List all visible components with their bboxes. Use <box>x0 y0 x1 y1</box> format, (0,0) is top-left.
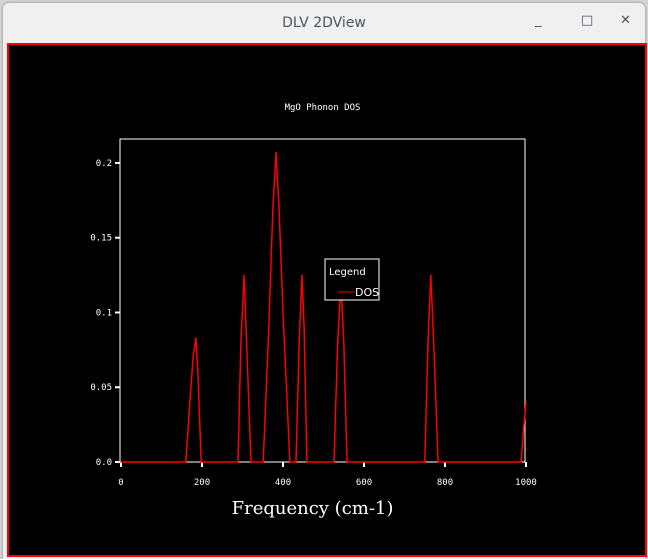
data-point <box>240 341 242 343</box>
x-axis-label: Frequency (cm-1) <box>232 498 394 519</box>
minimize-button[interactable]: _ <box>535 13 542 28</box>
chart-title: MgO Phonon DOS <box>285 103 361 113</box>
data-point <box>427 341 429 343</box>
maximize-button[interactable]: □ <box>581 13 593 28</box>
data-point <box>197 371 199 373</box>
x-tick-label: 1000 <box>515 478 537 488</box>
data-point <box>237 461 239 463</box>
data-point <box>120 461 122 463</box>
y-tick-label: 0.05 <box>90 383 112 393</box>
data-point <box>433 341 435 343</box>
data-point <box>306 461 308 463</box>
data-point <box>275 151 277 154</box>
window: DLV 2DView _ □ ✕ MgO Phonon DOS 0 200 400 60… <box>3 3 647 559</box>
data-point <box>303 326 305 329</box>
plot-frame <box>119 138 526 463</box>
y-tick-label: 0.0 <box>96 458 112 468</box>
data-point <box>430 274 432 276</box>
data-point <box>295 461 297 463</box>
data-point <box>343 341 345 343</box>
series-dos <box>121 152 527 463</box>
x-tick-label: 600 <box>356 478 372 488</box>
data-point <box>245 341 248 343</box>
x-tick-label: 0 <box>118 478 123 488</box>
data-point <box>337 341 339 343</box>
data-point <box>424 461 426 463</box>
data-point <box>525 401 527 403</box>
close-button[interactable]: ✕ <box>620 13 631 28</box>
plot-canvas: MgO Phonon DOS 0 200 400 600 800 1000 0.0 0.05 0.… <box>7 43 647 557</box>
data-point <box>185 461 187 463</box>
data-point <box>195 337 197 339</box>
data-point <box>289 461 291 463</box>
data-point <box>262 461 264 463</box>
data-point <box>437 461 439 463</box>
data-point <box>272 207 274 209</box>
y-tick-label: 0.1 <box>96 308 112 318</box>
chart: MgO Phonon DOS 0 200 400 600 800 1000 0.0 0.05 0.… <box>90 103 537 519</box>
y-tick-label: 0.15 <box>90 234 112 244</box>
x-tick-label: 800 <box>437 478 453 488</box>
data-point <box>189 401 191 403</box>
data-point <box>520 461 522 463</box>
window-title: DLV 2DView <box>282 15 366 31</box>
data-point <box>200 461 202 463</box>
x-tick-label: 200 <box>194 478 210 488</box>
data-point <box>250 461 252 463</box>
data-point <box>268 326 270 329</box>
data-point <box>346 461 348 463</box>
data-point <box>192 356 194 358</box>
data-point <box>298 341 300 343</box>
legend-entry: DOS <box>355 286 379 299</box>
legend-title: Legend <box>329 267 366 278</box>
data-point <box>523 424 525 426</box>
x-tick-label: 400 <box>275 478 291 488</box>
data-point <box>333 461 335 463</box>
data-point <box>243 274 245 276</box>
data-point <box>278 207 280 209</box>
data-point <box>301 274 303 276</box>
data-point <box>282 311 284 314</box>
y-tick-label: 0.2 <box>96 159 112 169</box>
